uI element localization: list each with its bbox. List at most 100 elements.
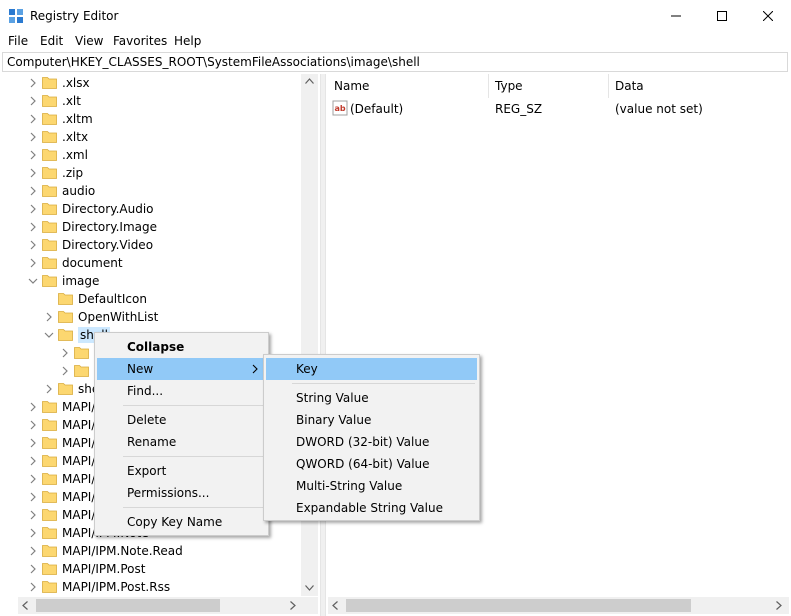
context-menu-export[interactable]: Export xyxy=(97,460,266,482)
menu-file[interactable]: File xyxy=(8,33,28,49)
scroll-up-icon[interactable] xyxy=(305,78,314,84)
chevron-right-icon[interactable] xyxy=(44,312,54,322)
chevron-right-icon[interactable] xyxy=(28,132,38,142)
chevron-down-icon[interactable] xyxy=(28,276,38,286)
chevron-right-icon[interactable] xyxy=(28,510,38,520)
chevron-right-icon[interactable] xyxy=(28,114,38,124)
tree-item-label: .xml xyxy=(62,148,88,162)
context-menu-collapse[interactable]: Collapse xyxy=(97,336,266,358)
column-header-type[interactable]: Type xyxy=(495,78,523,94)
submenu-string-value[interactable]: String Value xyxy=(266,387,477,409)
column-separator[interactable] xyxy=(488,74,489,98)
chevron-right-icon[interactable] xyxy=(28,204,38,214)
context-menu-new[interactable]: New xyxy=(97,358,266,380)
column-separator[interactable] xyxy=(608,74,609,98)
chevron-right-icon[interactable] xyxy=(28,78,38,88)
tree-item[interactable]: .xlt xyxy=(0,92,320,110)
folder-icon xyxy=(42,131,57,143)
scroll-right-icon[interactable] xyxy=(290,601,296,610)
registry-editor-icon xyxy=(9,9,23,23)
chevron-right-icon[interactable] xyxy=(28,528,38,538)
chevron-right-icon[interactable] xyxy=(28,438,38,448)
menu-separator xyxy=(123,456,264,457)
list-horizontal-scrollbar[interactable] xyxy=(328,597,789,614)
menu-edit[interactable]: Edit xyxy=(40,33,63,49)
scroll-right-icon[interactable] xyxy=(776,601,782,610)
folder-icon xyxy=(42,149,57,161)
minimize-button[interactable] xyxy=(653,0,699,31)
chevron-right-icon[interactable] xyxy=(28,564,38,574)
tree-item-label: document xyxy=(62,256,123,270)
submenu-binary-value[interactable]: Binary Value xyxy=(266,409,477,431)
chevron-right-icon[interactable] xyxy=(28,420,38,430)
submenu-expandable-string-value[interactable]: Expandable String Value xyxy=(266,497,477,519)
submenu-key[interactable]: Key xyxy=(266,358,477,380)
chevron-right-icon[interactable] xyxy=(28,546,38,556)
scroll-left-icon[interactable] xyxy=(332,601,338,610)
tree-item-label: MAPI/IPM.Note.Read xyxy=(62,544,183,558)
folder-icon xyxy=(42,509,57,521)
title-bar: Registry Editor xyxy=(0,0,791,31)
tree-item[interactable]: .xltm xyxy=(0,110,320,128)
maximize-button[interactable] xyxy=(699,0,745,31)
value-name: (Default) xyxy=(350,102,404,116)
address-bar[interactable]: Computer\HKEY_CLASSES_ROOT\SystemFileAss… xyxy=(2,52,788,72)
tree-item[interactable]: audio xyxy=(0,182,320,200)
context-menu-rename[interactable]: Rename xyxy=(97,431,266,453)
tree-horizontal-scrollbar[interactable] xyxy=(18,597,318,614)
tree-item[interactable]: OpenWithList xyxy=(0,308,320,326)
scroll-down-icon[interactable] xyxy=(305,585,314,591)
chevron-right-icon[interactable] xyxy=(28,456,38,466)
menu-favorites[interactable]: Favorites xyxy=(113,33,167,49)
column-header-data[interactable]: Data xyxy=(615,78,644,94)
tree-item[interactable]: document xyxy=(0,254,320,272)
context-menu-find[interactable]: Find... xyxy=(97,380,266,402)
chevron-right-icon[interactable] xyxy=(60,366,70,376)
chevron-right-icon[interactable] xyxy=(28,168,38,178)
tree-item[interactable]: MAPI/IPM.Post.Rss xyxy=(0,578,320,596)
menu-view[interactable]: View xyxy=(75,33,103,49)
tree-item[interactable]: Directory.Image xyxy=(0,218,320,236)
context-menu-delete[interactable]: Delete xyxy=(97,409,266,431)
tree-item[interactable]: .zip xyxy=(0,164,320,182)
tree-item[interactable]: Directory.Video xyxy=(0,236,320,254)
tree-item[interactable]: MAPI/IPM.Post xyxy=(0,560,320,578)
chevron-right-icon[interactable] xyxy=(28,150,38,160)
tree-item[interactable]: .xlsx xyxy=(0,74,320,92)
tree-item-label: DefaultIcon xyxy=(78,292,147,306)
string-value-icon: ab xyxy=(332,100,348,116)
tree-item-label: image xyxy=(62,274,100,288)
chevron-right-icon[interactable] xyxy=(28,402,38,412)
list-scroll-thumb[interactable] xyxy=(346,599,691,612)
menu-help[interactable]: Help xyxy=(174,33,201,49)
chevron-right-icon[interactable] xyxy=(28,186,38,196)
tree-item[interactable]: .xltx xyxy=(0,128,320,146)
tree-item[interactable]: DefaultIcon xyxy=(0,290,320,308)
chevron-right-icon[interactable] xyxy=(28,222,38,232)
chevron-right-icon[interactable] xyxy=(28,582,38,592)
chevron-right-icon[interactable] xyxy=(44,384,54,394)
minimize-icon xyxy=(671,15,681,16)
submenu-multi-string-value[interactable]: Multi-String Value xyxy=(266,475,477,497)
column-header-name[interactable]: Name xyxy=(334,78,369,94)
tree-item-label: audio xyxy=(62,184,96,198)
scroll-left-icon[interactable] xyxy=(22,601,28,610)
chevron-right-icon[interactable] xyxy=(28,240,38,250)
chevron-right-icon[interactable] xyxy=(28,96,38,106)
chevron-right-icon[interactable] xyxy=(28,492,38,502)
tree-item[interactable]: MAPI/IPM.Note.Read xyxy=(0,542,320,560)
tree-item-label: MAPI/IPM.Post.Rss xyxy=(62,580,171,594)
close-button[interactable] xyxy=(745,0,791,31)
chevron-right-icon[interactable] xyxy=(60,348,70,358)
tree-item[interactable]: image xyxy=(0,272,320,290)
context-menu-permissions[interactable]: Permissions... xyxy=(97,482,266,504)
chevron-right-icon[interactable] xyxy=(28,474,38,484)
chevron-down-icon[interactable] xyxy=(44,330,54,340)
chevron-right-icon[interactable] xyxy=(28,258,38,268)
tree-scroll-thumb[interactable] xyxy=(36,599,220,612)
tree-item[interactable]: .xml xyxy=(0,146,320,164)
submenu-dword-value[interactable]: DWORD (32-bit) Value xyxy=(266,431,477,453)
tree-item[interactable]: Directory.Audio xyxy=(0,200,320,218)
context-menu-copy-key-name[interactable]: Copy Key Name xyxy=(97,511,266,533)
submenu-qword-value[interactable]: QWORD (64-bit) Value xyxy=(266,453,477,475)
